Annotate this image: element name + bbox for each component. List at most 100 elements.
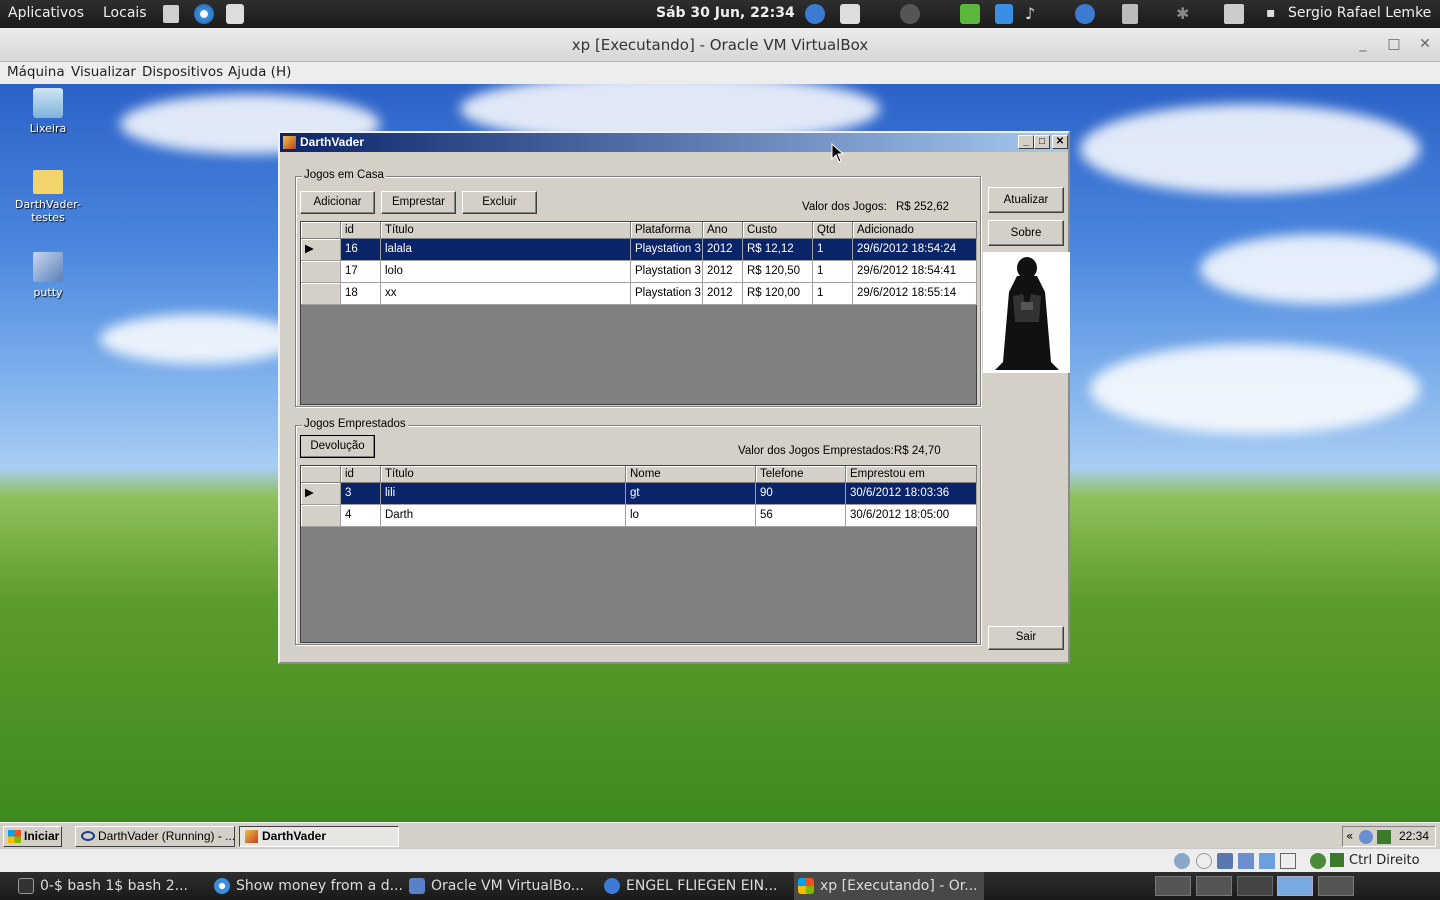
- task-label: xp [Executando] - Or...: [820, 878, 978, 894]
- table-row[interactable]: 17 lolo Playstation 3 2012 R$ 120,50 1 2…: [301, 261, 977, 283]
- mouse-integration-icon[interactable]: [1330, 853, 1344, 867]
- row-selector[interactable]: [301, 283, 341, 305]
- search-icon[interactable]: [1359, 830, 1373, 844]
- vbox-titlebar[interactable]: xp [Executando] - Oracle VM VirtualBox _…: [0, 28, 1440, 62]
- app-maximize-button[interactable]: □: [1034, 135, 1050, 149]
- desktop-icon-label: Lixeira: [29, 122, 67, 135]
- add-button[interactable]: Adicionar: [300, 191, 375, 214]
- update-icon[interactable]: [840, 4, 860, 24]
- clock[interactable]: Sáb 30 Jun, 22:34: [656, 5, 795, 21]
- usb-icon[interactable]: [1217, 853, 1233, 869]
- col-header[interactable]: Plataforma: [631, 222, 703, 239]
- workspace-2[interactable]: [1196, 876, 1232, 896]
- menu-ajuda[interactable]: Ajuda (H): [228, 64, 291, 80]
- vbox-statusbar: Ctrl Direito: [0, 848, 1440, 872]
- app-close-button[interactable]: ✕: [1052, 135, 1068, 149]
- task-xp-vm[interactable]: xp [Executando] - Or...: [794, 872, 984, 900]
- home-games-grid[interactable]: id Título Plataforma Ano Custo Qtd Adici…: [300, 221, 977, 405]
- col-header[interactable]: Ano: [703, 222, 743, 239]
- task-terminal[interactable]: 0-$ bash 1$ bash 2...: [14, 872, 204, 900]
- col-header[interactable]: Telefone: [756, 466, 846, 483]
- virtualization-icon[interactable]: [1310, 853, 1326, 869]
- file-manager-icon[interactable]: [163, 5, 179, 23]
- bluetooth-icon[interactable]: ✱: [1176, 4, 1196, 24]
- start-label: Iniciar: [24, 829, 60, 843]
- infinity-icon: [81, 831, 95, 841]
- table-row[interactable]: ▶ 16 lalala Playstation 3 2012 R$ 12,12 …: [301, 239, 977, 261]
- start-button[interactable]: Iniciar: [3, 826, 62, 847]
- desktop-icon-folder[interactable]: DarthVader-testes: [0, 170, 96, 224]
- vbox-menubar: Máquina Visualizar Dispositivos Ajuda (H…: [0, 62, 1440, 84]
- antivirus-icon[interactable]: [1377, 830, 1391, 844]
- clipboard-icon[interactable]: [1122, 4, 1138, 24]
- table-row[interactable]: ▶ 3 lili gt 90 30/6/2012 18:03:36: [301, 483, 977, 505]
- menu-dispositivos[interactable]: Dispositivos: [142, 64, 223, 80]
- task-darthvader-running[interactable]: DarthVader (Running) - ...: [75, 826, 235, 847]
- folder-icon: [33, 170, 63, 194]
- col-header[interactable]: Nome: [626, 466, 756, 483]
- applications-menu[interactable]: Aplicativos: [8, 5, 84, 21]
- menu-maquina[interactable]: Máquina: [7, 64, 65, 80]
- minimize-button[interactable]: _: [1350, 33, 1376, 55]
- task-label: 0-$ bash 1$ bash 2...: [40, 878, 189, 894]
- col-header[interactable]: Adicionado: [853, 222, 977, 239]
- maximize-button[interactable]: □: [1381, 33, 1407, 55]
- chat-icon[interactable]: [960, 4, 980, 24]
- delete-button[interactable]: Excluir: [462, 191, 537, 214]
- microphone-muted-icon[interactable]: [900, 4, 920, 24]
- col-header[interactable]: Qtd: [813, 222, 853, 239]
- task-darthvader[interactable]: DarthVader: [239, 826, 399, 847]
- table-row[interactable]: 18 xx Playstation 3 2012 R$ 120,00 1 29/…: [301, 283, 977, 305]
- lent-value-amount: R$ 24,70: [894, 445, 941, 457]
- workspace-3[interactable]: [1237, 876, 1273, 896]
- row-selector[interactable]: ▶: [301, 483, 341, 505]
- lent-games-grid[interactable]: id Título Nome Telefone Emprestou em ▶ 3…: [300, 465, 977, 643]
- return-button[interactable]: Devolução: [300, 435, 375, 458]
- workspace-4[interactable]: [1277, 876, 1313, 896]
- browser-icon[interactable]: [194, 4, 214, 24]
- user-menu[interactable]: Sergio Rafael Lemke: [1288, 5, 1431, 21]
- volume-icon[interactable]: ♪: [1025, 4, 1045, 24]
- places-menu[interactable]: Locais: [103, 5, 147, 21]
- shared-folders-icon[interactable]: [1259, 853, 1275, 869]
- network-adapter-icon[interactable]: [1238, 853, 1254, 869]
- col-header[interactable]: id: [341, 222, 381, 239]
- app-titlebar[interactable]: DarthVader _ □ ✕: [280, 133, 1068, 152]
- pidgin-icon[interactable]: [805, 4, 825, 24]
- lend-button[interactable]: Emprestar: [381, 191, 456, 214]
- exit-button[interactable]: Sair: [988, 626, 1064, 650]
- workspace-5[interactable]: [1318, 876, 1354, 896]
- col-header[interactable]: id: [341, 466, 381, 483]
- xp-clock[interactable]: 22:34: [1399, 829, 1429, 843]
- camera-icon[interactable]: [226, 4, 244, 24]
- app-minimize-button[interactable]: _: [1018, 135, 1034, 149]
- workspace-1[interactable]: [1155, 876, 1191, 896]
- hdd-icon[interactable]: [1174, 853, 1190, 869]
- menu-visualizar[interactable]: Visualizar: [71, 64, 136, 80]
- desktop-icon-putty[interactable]: putty: [0, 252, 96, 299]
- row-selector[interactable]: ▶: [301, 239, 341, 261]
- cdrom-icon[interactable]: [1196, 853, 1212, 869]
- about-button[interactable]: Sobre: [988, 220, 1064, 246]
- desktop-icon-recycle[interactable]: Lixeira: [0, 88, 96, 135]
- update-button[interactable]: Atualizar: [988, 187, 1064, 213]
- desktop-icon-label: putty: [33, 286, 63, 299]
- task-virtualbox[interactable]: Oracle VM VirtualBo...: [405, 872, 591, 900]
- col-header[interactable]: Emprestou em: [846, 466, 977, 483]
- group-label: Jogos em Casa: [302, 169, 386, 181]
- row-selector[interactable]: [301, 505, 341, 527]
- col-header[interactable]: Custo: [743, 222, 813, 239]
- app-icon: [283, 136, 296, 149]
- col-header[interactable]: Título: [381, 222, 631, 239]
- row-selector[interactable]: [301, 261, 341, 283]
- network-icon[interactable]: [1224, 4, 1244, 24]
- col-header[interactable]: Título: [381, 466, 626, 483]
- accessibility-icon[interactable]: [1075, 4, 1095, 24]
- task-pidgin[interactable]: ENGEL FLIEGEN EIN...: [600, 872, 786, 900]
- display-icon[interactable]: [1280, 853, 1296, 869]
- close-button[interactable]: ✕: [1412, 33, 1438, 55]
- expand-tray-icon[interactable]: «: [1346, 829, 1353, 843]
- table-row[interactable]: 4 Darth lo 56 30/6/2012 18:05:00: [301, 505, 977, 527]
- dropbox-icon[interactable]: [995, 4, 1013, 24]
- task-browser[interactable]: Show money from a d...: [210, 872, 403, 900]
